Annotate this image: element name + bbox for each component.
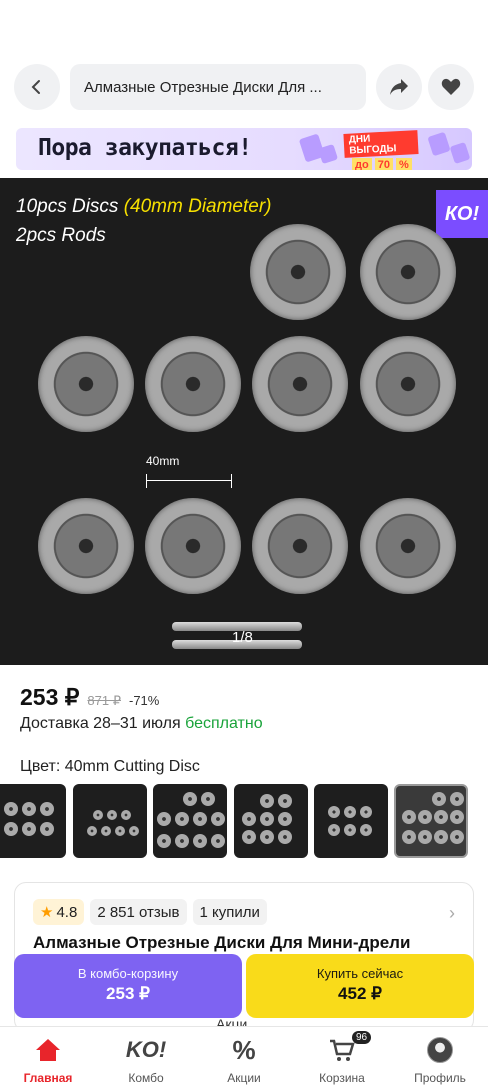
product-stats: ★ 4.8 2 851 отзыв 1 купили [33, 899, 267, 925]
price-row: 253 ₽ 871 ₽ -71% [20, 684, 159, 711]
tab-promotions[interactable]: % Акции [204, 1034, 284, 1086]
dimension-line [146, 474, 232, 488]
buy-label: Купить сейчас [316, 966, 404, 981]
disc-image [252, 336, 348, 432]
delivery-free: бесплатно [185, 715, 263, 732]
caption-prefix: 10pcs Discs [16, 196, 124, 217]
tab-promotions-label: Акции [227, 1071, 261, 1085]
variant-label: Цвет: 40mm Cutting Disc [20, 758, 200, 775]
cart-icon [330, 1039, 355, 1061]
promo-banner[interactable]: Пора закупаться! ДНИ ВЫГОДЫ до 70 % [16, 128, 472, 170]
share-arrow-icon [390, 79, 408, 95]
disc-image [360, 498, 456, 594]
home-icon [36, 1039, 60, 1061]
combo-label: В комбо-корзину [77, 966, 179, 981]
disc-image [360, 336, 456, 432]
gallery-caption-1: 10pcs Discs (40mm Diameter) [16, 196, 272, 218]
promo-badge-title: ДНИ ВЫГОДЫ [343, 130, 419, 158]
dimension-label: 40mm [146, 454, 180, 468]
discount-percent: -71% [128, 693, 160, 708]
search-input[interactable]: Алмазные Отрезные Диски Для ... [70, 64, 366, 110]
variant-thumb[interactable] [234, 784, 308, 858]
top-bar: Алмазные Отрезные Диски Для ... [14, 64, 474, 112]
disc-image [252, 498, 348, 594]
tab-home[interactable]: Главная [8, 1035, 88, 1085]
tab-cart-label: Корзина [319, 1071, 365, 1085]
variant-thumb[interactable] [153, 784, 227, 858]
variant-thumb-selected[interactable] [394, 784, 468, 858]
ko-badge: КО! [436, 190, 488, 238]
promo-badge: ДНИ ВЫГОДЫ до 70 % [343, 130, 424, 170]
ko-logo-icon: KO! [125, 1037, 167, 1062]
tab-profile[interactable]: Профиль [400, 1035, 480, 1085]
disc-image [360, 224, 456, 320]
cart-count-badge: 96 [352, 1031, 372, 1044]
disc-image [38, 498, 134, 594]
variant-thumbnails [0, 784, 488, 860]
disc-image [250, 224, 346, 320]
variant-thumb[interactable] [314, 784, 388, 858]
promo-text: Пора закупаться! [38, 135, 252, 161]
add-to-combo-button[interactable]: В комбо-корзину 253 ₽ [14, 954, 242, 1018]
delivery-text: Доставка 28–31 июля [20, 715, 186, 732]
chevron-right-icon[interactable]: › [449, 903, 455, 924]
gallery-page-indicator: 1/8 [232, 629, 253, 646]
bought-chip: 1 купили [192, 899, 267, 925]
rating-value: 4.8 [56, 903, 78, 921]
promo-decor [317, 143, 339, 165]
back-button[interactable] [14, 64, 60, 110]
avatar-icon [427, 1037, 453, 1063]
variant-thumb[interactable] [73, 784, 147, 858]
disc-image [38, 336, 134, 432]
promo-badge-do: до [352, 158, 372, 170]
product-title: Алмазные Отрезные Диски Для Мини-дрели [33, 933, 411, 952]
promo-badge-70: 70 [374, 158, 393, 170]
disc-image [145, 336, 241, 432]
chevron-left-icon [31, 80, 40, 94]
tab-cart[interactable]: 96 Корзина [302, 1031, 382, 1085]
tab-home-label: Главная [23, 1071, 73, 1085]
current-price: 253 ₽ [20, 684, 80, 710]
product-gallery[interactable]: 10pcs Discs (40mm Diameter) 2pcs Rods КО… [0, 178, 488, 665]
variant-thumb[interactable] [0, 784, 66, 858]
buy-price: 452 ₽ [338, 984, 382, 1003]
old-price: 871 ₽ [87, 693, 121, 708]
bottom-tab-bar: Главная KO! Комбо % Акции 96 Корзина Про… [0, 1026, 488, 1090]
reviews-chip[interactable]: 2 851 отзыв [90, 899, 187, 925]
share-button[interactable] [376, 64, 422, 110]
favorite-button[interactable] [428, 64, 474, 110]
heart-icon [441, 78, 461, 95]
tab-combo[interactable]: KO! Комбо [106, 1035, 186, 1085]
star-icon: ★ [40, 904, 54, 921]
buy-now-button[interactable]: Купить сейчас 452 ₽ [246, 954, 474, 1018]
caption-highlight: (40mm Diameter) [123, 196, 272, 217]
gallery-caption-2: 2pcs Rods [16, 225, 106, 246]
rating-chip[interactable]: ★ 4.8 [33, 899, 85, 925]
delivery-info: Доставка 28–31 июля бесплатно [20, 715, 263, 733]
promo-decor [449, 141, 471, 165]
promo-badge-pct: % [395, 158, 412, 170]
combo-price: 253 ₽ [106, 984, 150, 1003]
tab-profile-label: Профиль [414, 1071, 466, 1085]
percent-icon: % [232, 1034, 256, 1065]
promo-decor [427, 131, 451, 157]
tab-combo-label: Комбо [128, 1071, 164, 1085]
disc-image [145, 498, 241, 594]
